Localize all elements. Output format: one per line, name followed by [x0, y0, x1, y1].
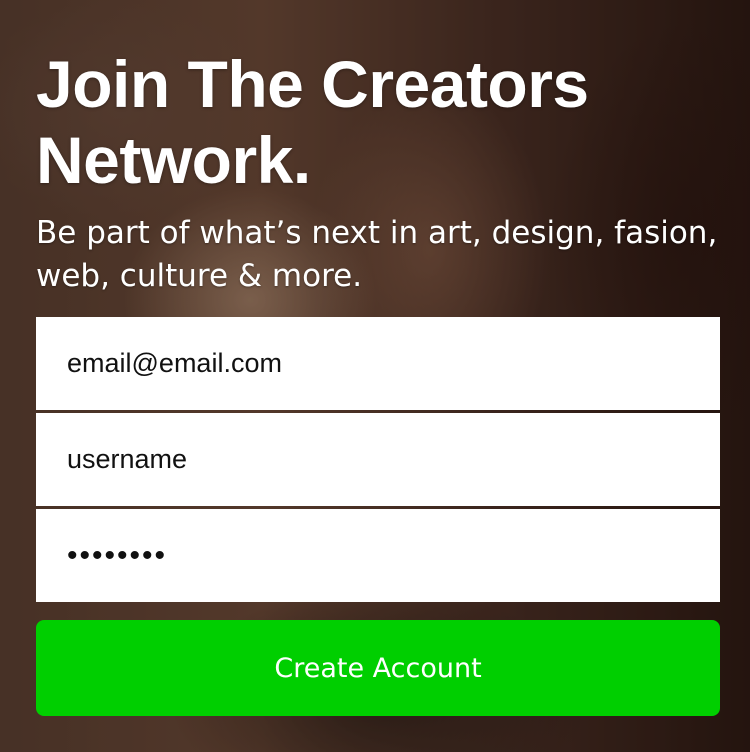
username-field[interactable] [36, 413, 720, 506]
password-field[interactable] [36, 509, 720, 602]
email-field[interactable] [36, 317, 720, 410]
create-account-button[interactable]: Create Account [36, 620, 720, 716]
hero: Join The Creators Network. Be part of wh… [36, 46, 720, 298]
signup-form: Create Account [36, 317, 720, 716]
page-title: Join The Creators Network. [36, 47, 589, 197]
page-subtitle: Be part of what’s next in art, design, f… [36, 215, 718, 294]
